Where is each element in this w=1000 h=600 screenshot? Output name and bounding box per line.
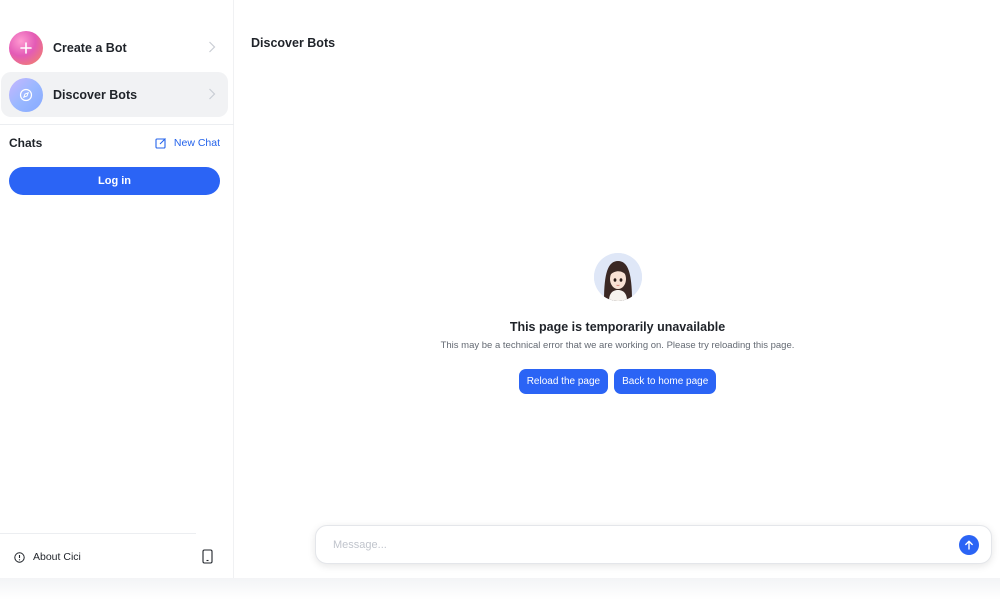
error-message: This may be a technical error that we ar…	[440, 340, 795, 351]
chats-header: Chats New Chat	[9, 135, 220, 151]
chevron-right-icon	[202, 40, 222, 56]
error-actions: Reload the page Back to home page	[518, 369, 717, 394]
edit-icon	[155, 138, 166, 149]
reload-page-button[interactable]: Reload the page	[518, 369, 609, 394]
sidebar-item-discover-bots[interactable]: Discover Bots	[1, 72, 228, 117]
login-button[interactable]: Log in	[9, 167, 220, 195]
new-chat-label: New Chat	[173, 137, 220, 149]
info-icon	[14, 551, 25, 563]
plus-icon	[9, 30, 43, 65]
about-link[interactable]: About Cici	[14, 551, 81, 563]
error-state: This page is temporarily unavailable Thi…	[235, 253, 1000, 394]
bottom-edge	[0, 578, 1000, 600]
about-label: About Cici	[33, 551, 81, 563]
chevron-right-icon	[202, 87, 222, 103]
mobile-app-icon[interactable]	[202, 549, 213, 569]
page-title: Discover Bots	[251, 36, 336, 50]
send-button[interactable]	[959, 534, 979, 555]
sidebar-item-label: Discover Bots	[53, 87, 138, 102]
message-input[interactable]	[333, 538, 959, 551]
error-title: This page is temporarily unavailable	[509, 320, 726, 334]
back-home-button[interactable]: Back to home page	[614, 369, 717, 394]
sidebar-item-label: Create a Bot	[53, 40, 127, 55]
divider	[0, 124, 234, 125]
sidebar-item-create-bot[interactable]: Create a Bot	[1, 25, 228, 70]
compass-icon	[9, 77, 43, 112]
chats-title: Chats	[9, 136, 43, 150]
message-composer	[315, 525, 992, 564]
divider	[0, 533, 196, 534]
sidebar: Create a Bot Discover Bots Chats New Cha…	[0, 0, 234, 578]
avatar	[593, 253, 642, 301]
new-chat-button[interactable]: New Chat	[155, 137, 220, 149]
arrow-up-icon	[965, 540, 973, 550]
